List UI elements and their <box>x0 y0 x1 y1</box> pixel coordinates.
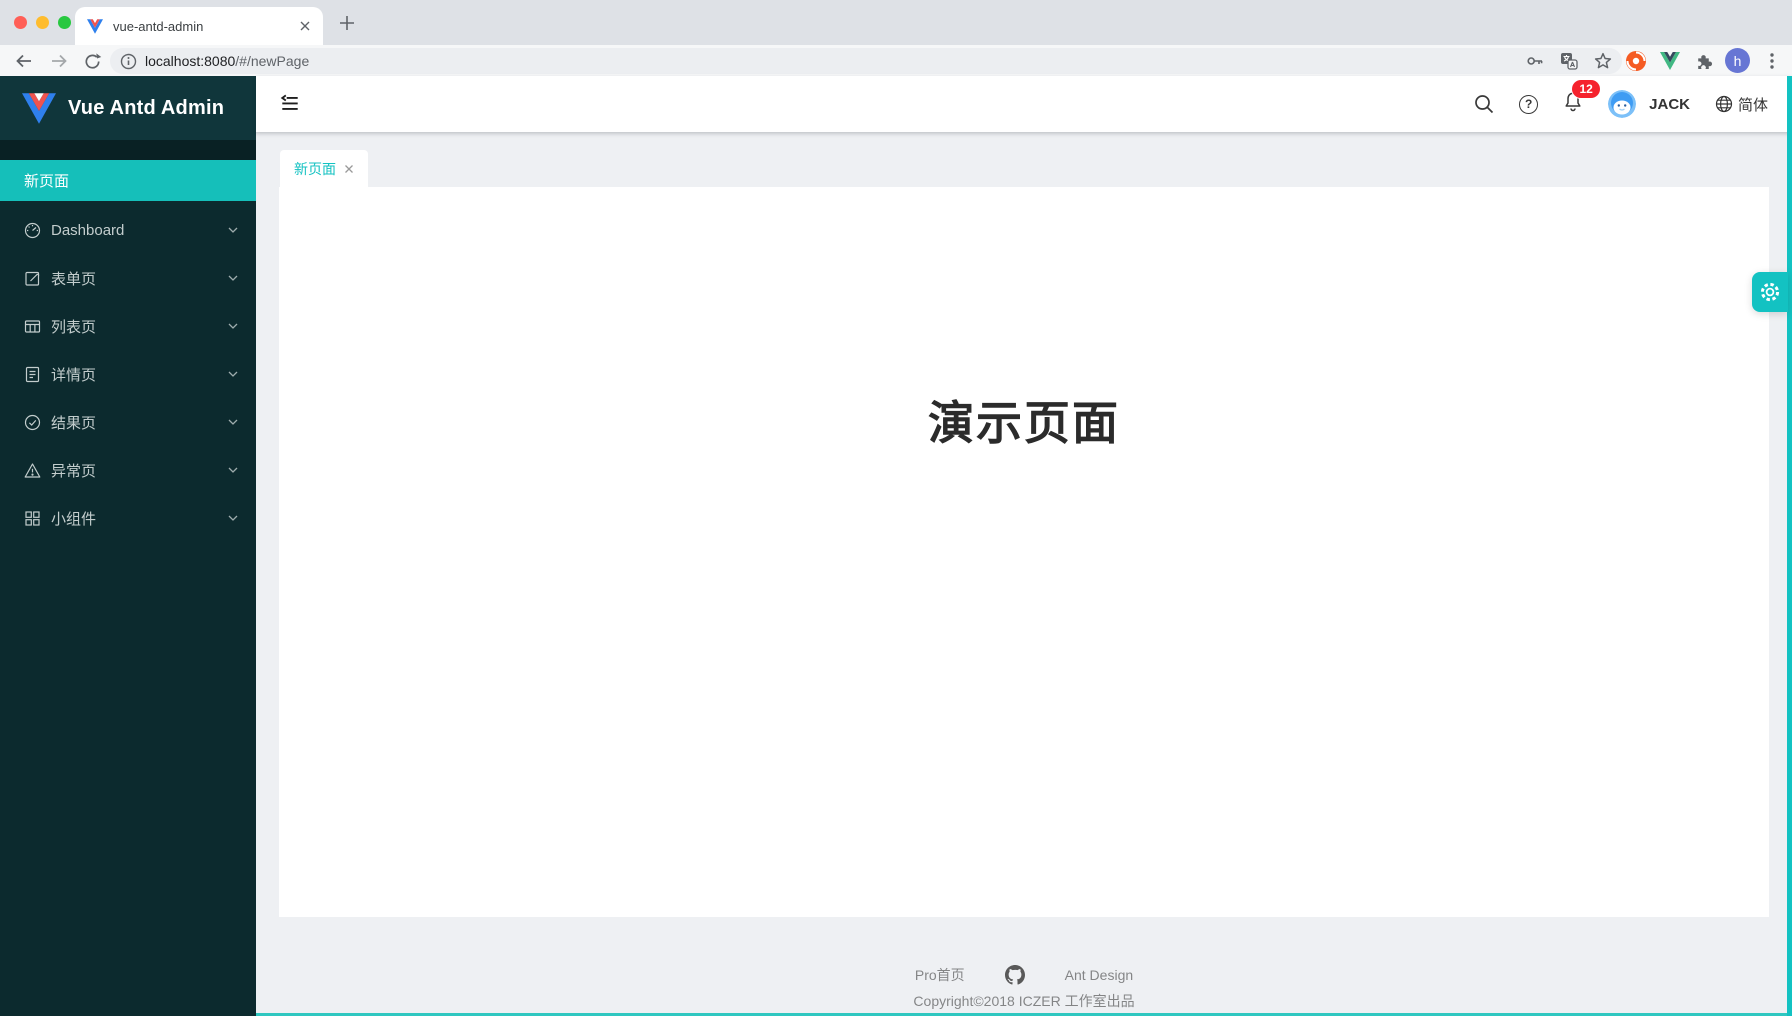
site-info-icon[interactable] <box>120 53 137 70</box>
menu-fold-icon[interactable] <box>279 93 301 115</box>
language-selector[interactable]: 简体 <box>1715 94 1768 115</box>
sidebar-item-newpage[interactable]: 新页面 <box>0 160 256 201</box>
url-host: localhost:8080 <box>145 53 235 69</box>
browser-menu-kebab-icon[interactable] <box>1759 48 1784 73</box>
github-icon[interactable] <box>1005 965 1025 985</box>
vue-logo-icon <box>22 93 56 124</box>
sidebar-item-label: 新页面 <box>24 170 69 191</box>
sidebar-item-result[interactable]: 结果页 <box>0 401 256 443</box>
chevron-down-icon <box>228 371 238 377</box>
sidebar-item-label: 小组件 <box>51 508 228 529</box>
sidebar-item-label: 结果页 <box>51 412 228 433</box>
content-card: 演示页面 <box>279 187 1769 917</box>
theme-edge-strip <box>1787 76 1792 1016</box>
app-title: Vue Antd Admin <box>68 97 224 120</box>
back-icon[interactable] <box>12 49 36 73</box>
browser-toolbar: localhost:8080/#/newPage <box>0 45 1792 76</box>
browser-tab-title: vue-antd-admin <box>113 19 299 34</box>
sidebar-item-detail[interactable]: 详情页 <box>0 353 256 395</box>
search-icon[interactable] <box>1474 94 1494 114</box>
window-controls <box>14 16 71 29</box>
browser-tab[interactable]: vue-antd-admin <box>75 7 323 45</box>
extension-orange-icon[interactable] <box>1623 48 1648 73</box>
sidebar-item-label: 表单页 <box>51 268 228 289</box>
sidebar-item-label: Dashboard <box>51 222 228 239</box>
chevron-down-icon <box>228 419 238 425</box>
browser-profile-avatar[interactable]: h <box>1725 48 1750 73</box>
sidebar-item-label: 列表页 <box>51 316 228 337</box>
chevron-down-icon <box>228 275 238 281</box>
sidebar-item-exception[interactable]: 异常页 <box>0 449 256 491</box>
url-path: /#/newPage <box>235 53 309 69</box>
language-label: 简体 <box>1738 94 1768 115</box>
extension-vue-devtools-icon[interactable] <box>1657 48 1682 73</box>
tab-close-icon[interactable] <box>299 20 311 32</box>
footer-link-ant-design[interactable]: Ant Design <box>1065 967 1133 983</box>
global-footer: Pro首页 Ant Design Copyright©2018 ICZER 工作… <box>256 964 1792 1011</box>
warning-icon <box>24 462 41 479</box>
gear-icon <box>1759 281 1781 303</box>
help-icon[interactable]: ? <box>1519 95 1538 114</box>
close-window-button[interactable] <box>14 16 27 29</box>
chevron-down-icon <box>228 467 238 473</box>
browser-window: vue-antd-admin localhost:8080/#/newPage <box>0 0 1792 1016</box>
notification-badge: 12 <box>1572 80 1600 98</box>
copyright-text: Copyright©2018 ICZER 工作室出品 <box>256 991 1792 1011</box>
check-circle-icon <box>24 414 41 431</box>
sidebar-item-label: 详情页 <box>51 364 228 385</box>
main-area: ? 12 JACK 简体 <box>256 76 1792 1016</box>
address-bar[interactable]: localhost:8080/#/newPage <box>110 48 1622 74</box>
username-label[interactable]: JACK <box>1649 96 1690 113</box>
table-icon <box>24 318 41 335</box>
sidebar: Vue Antd Admin 新页面 Dashboard <box>0 76 256 1016</box>
sidebar-menu-gap <box>0 140 256 160</box>
form-icon <box>24 270 41 287</box>
chevron-down-icon <box>228 323 238 329</box>
footer-link-pro-home[interactable]: Pro首页 <box>915 965 965 985</box>
sidebar-item-dashboard[interactable]: Dashboard <box>0 209 256 251</box>
maximize-window-button[interactable] <box>58 16 71 29</box>
reload-icon[interactable] <box>80 49 104 73</box>
sidebar-item-form[interactable]: 表单页 <box>0 257 256 299</box>
notification-bell[interactable]: 12 <box>1563 91 1583 117</box>
tab-close-icon[interactable] <box>344 164 354 174</box>
page-header: ? 12 JACK 简体 <box>256 76 1792 132</box>
user-avatar[interactable] <box>1608 90 1636 118</box>
header-actions: ? 12 JACK 简体 <box>1474 76 1768 132</box>
dashboard-icon <box>24 222 41 239</box>
globe-icon <box>1715 95 1733 113</box>
password-key-icon[interactable] <box>1526 52 1544 70</box>
page-tabbar: 新页面 <box>256 132 1792 187</box>
sidebar-menu: Dashboard 表单页 <box>0 209 256 539</box>
chevron-down-icon <box>228 227 238 233</box>
bookmark-star-icon[interactable] <box>1594 52 1612 70</box>
sidebar-item-widgets[interactable]: 小组件 <box>0 497 256 539</box>
profile-icon <box>24 366 41 383</box>
new-tab-button[interactable] <box>336 12 358 34</box>
settings-drawer-button[interactable] <box>1752 272 1788 312</box>
minimize-window-button[interactable] <box>36 16 49 29</box>
vue-favicon-icon <box>87 19 103 34</box>
appstore-icon <box>24 510 41 527</box>
app-root: Vue Antd Admin 新页面 Dashboard <box>0 76 1792 1016</box>
sidebar-item-label: 异常页 <box>51 460 228 481</box>
browser-tabstrip: vue-antd-admin <box>0 0 1792 45</box>
app-logo[interactable]: Vue Antd Admin <box>0 76 256 140</box>
extensions-puzzle-icon[interactable] <box>1691 48 1716 73</box>
url-text: localhost:8080/#/newPage <box>145 53 309 69</box>
tab-newpage[interactable]: 新页面 <box>280 150 368 187</box>
chevron-down-icon <box>228 515 238 521</box>
translate-icon[interactable] <box>1560 52 1578 70</box>
forward-icon[interactable] <box>47 49 71 73</box>
sidebar-item-list[interactable]: 列表页 <box>0 305 256 347</box>
page-title: 演示页面 <box>279 187 1769 453</box>
tab-label: 新页面 <box>294 159 336 179</box>
